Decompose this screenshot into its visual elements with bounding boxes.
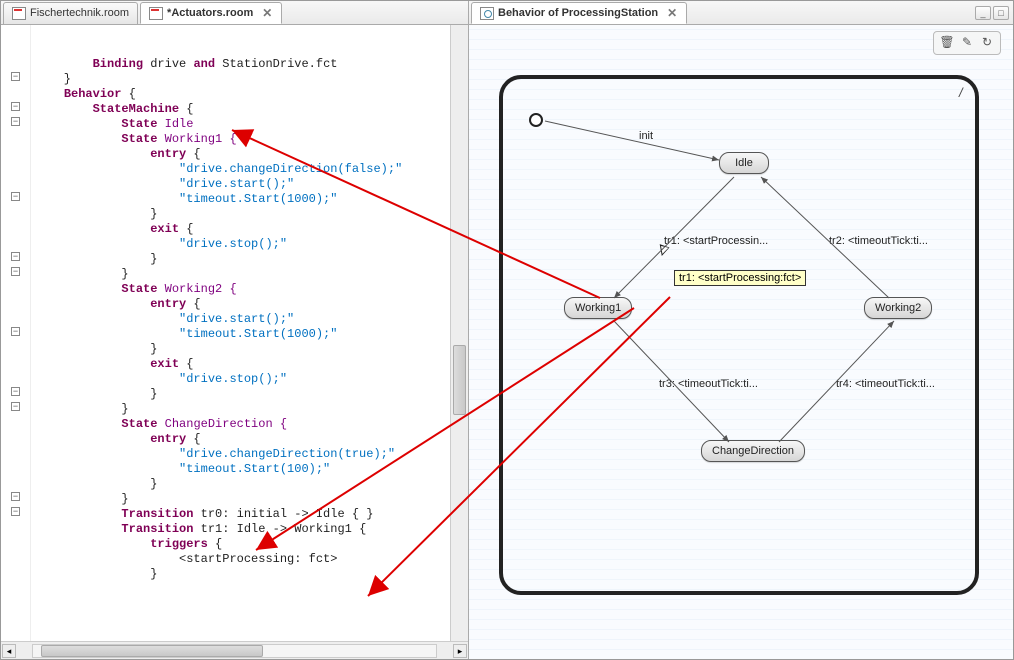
- transition-label-init: init: [639, 130, 653, 142]
- scroll-thumb[interactable]: [41, 645, 263, 657]
- fold-toggle[interactable]: [11, 507, 20, 516]
- edit-icon[interactable]: ✎: [958, 35, 976, 51]
- diagram-canvas[interactable]: 🗑 ✎ ↻ / init Idle Working1 Working2 Chan…: [469, 25, 1013, 659]
- refresh-icon[interactable]: ↻: [978, 35, 996, 51]
- diagram-pane: Behavior of ProcessingStation ✕ _ □ 🗑 ✎ …: [469, 1, 1013, 659]
- left-tab-bar: Fischertechnik.room *Actuators.room ✕: [1, 1, 468, 25]
- room-file-icon: [12, 7, 26, 20]
- state-working1[interactable]: Working1: [564, 297, 632, 319]
- fold-toggle[interactable]: [11, 252, 20, 261]
- transition-label-tr2: tr2: <timeoutTick:ti...: [829, 235, 928, 247]
- diagram-toolbar: 🗑 ✎ ↻: [933, 31, 1001, 55]
- state-idle[interactable]: Idle: [719, 152, 769, 174]
- right-tab-bar: Behavior of ProcessingStation ✕ _ □: [469, 1, 1013, 25]
- scroll-right-arrow[interactable]: ▸: [453, 644, 467, 658]
- tab-behavior[interactable]: Behavior of ProcessingStation ✕: [471, 2, 687, 24]
- room-file-icon: [149, 7, 163, 20]
- tab-fischertechnik[interactable]: Fischertechnik.room: [3, 2, 138, 24]
- transition-tooltip: tr1: <startProcessing:fct>: [674, 270, 806, 286]
- trash-icon[interactable]: 🗑: [938, 35, 956, 51]
- tab-actuators[interactable]: *Actuators.room ✕: [140, 2, 282, 24]
- diagram-icon: [480, 7, 494, 20]
- horizontal-scrollbar[interactable]: ◂ ▸: [1, 641, 468, 659]
- state-changedirection[interactable]: ChangeDirection: [701, 440, 805, 462]
- fold-toggle[interactable]: [11, 192, 20, 201]
- vertical-scrollbar[interactable]: [450, 25, 468, 641]
- close-icon[interactable]: ✕: [666, 7, 678, 19]
- fold-toggle[interactable]: [11, 72, 20, 81]
- pane-window-buttons: _ □: [975, 6, 1013, 20]
- fold-toggle[interactable]: [11, 492, 20, 501]
- maximize-button[interactable]: □: [993, 6, 1009, 20]
- fold-toggle[interactable]: [11, 387, 20, 396]
- fold-toggle[interactable]: [11, 267, 20, 276]
- code-editor-pane: Fischertechnik.room *Actuators.room ✕: [1, 1, 469, 659]
- editor-body[interactable]: Binding drive and StationDrive.fct } Beh…: [1, 25, 468, 641]
- fold-toggle[interactable]: [11, 102, 20, 111]
- close-icon[interactable]: ✕: [261, 7, 273, 19]
- transition-label-tr3: tr3: <timeoutTick:ti...: [659, 378, 758, 390]
- transition-label-tr1: tr1: <startProcessin...: [664, 235, 768, 247]
- initial-state[interactable]: [529, 113, 543, 127]
- region-slash: /: [959, 85, 963, 100]
- code-content[interactable]: Binding drive and StationDrive.fct } Beh…: [31, 25, 468, 641]
- tab-label: Behavior of ProcessingStation: [498, 7, 658, 19]
- minimize-button[interactable]: _: [975, 6, 991, 20]
- fold-toggle[interactable]: [11, 327, 20, 336]
- tab-label: *Actuators.room: [167, 7, 253, 19]
- transition-label-tr4: tr4: <timeoutTick:ti...: [836, 378, 935, 390]
- fold-toggle[interactable]: [11, 117, 20, 126]
- state-working2[interactable]: Working2: [864, 297, 932, 319]
- code-token: Binding: [93, 57, 143, 71]
- tab-label: Fischertechnik.room: [30, 7, 129, 19]
- scroll-left-arrow[interactable]: ◂: [2, 644, 16, 658]
- mouse-cursor: [660, 242, 675, 260]
- scroll-track[interactable]: [32, 644, 437, 658]
- scroll-thumb[interactable]: [453, 345, 466, 415]
- fold-toggle[interactable]: [11, 402, 20, 411]
